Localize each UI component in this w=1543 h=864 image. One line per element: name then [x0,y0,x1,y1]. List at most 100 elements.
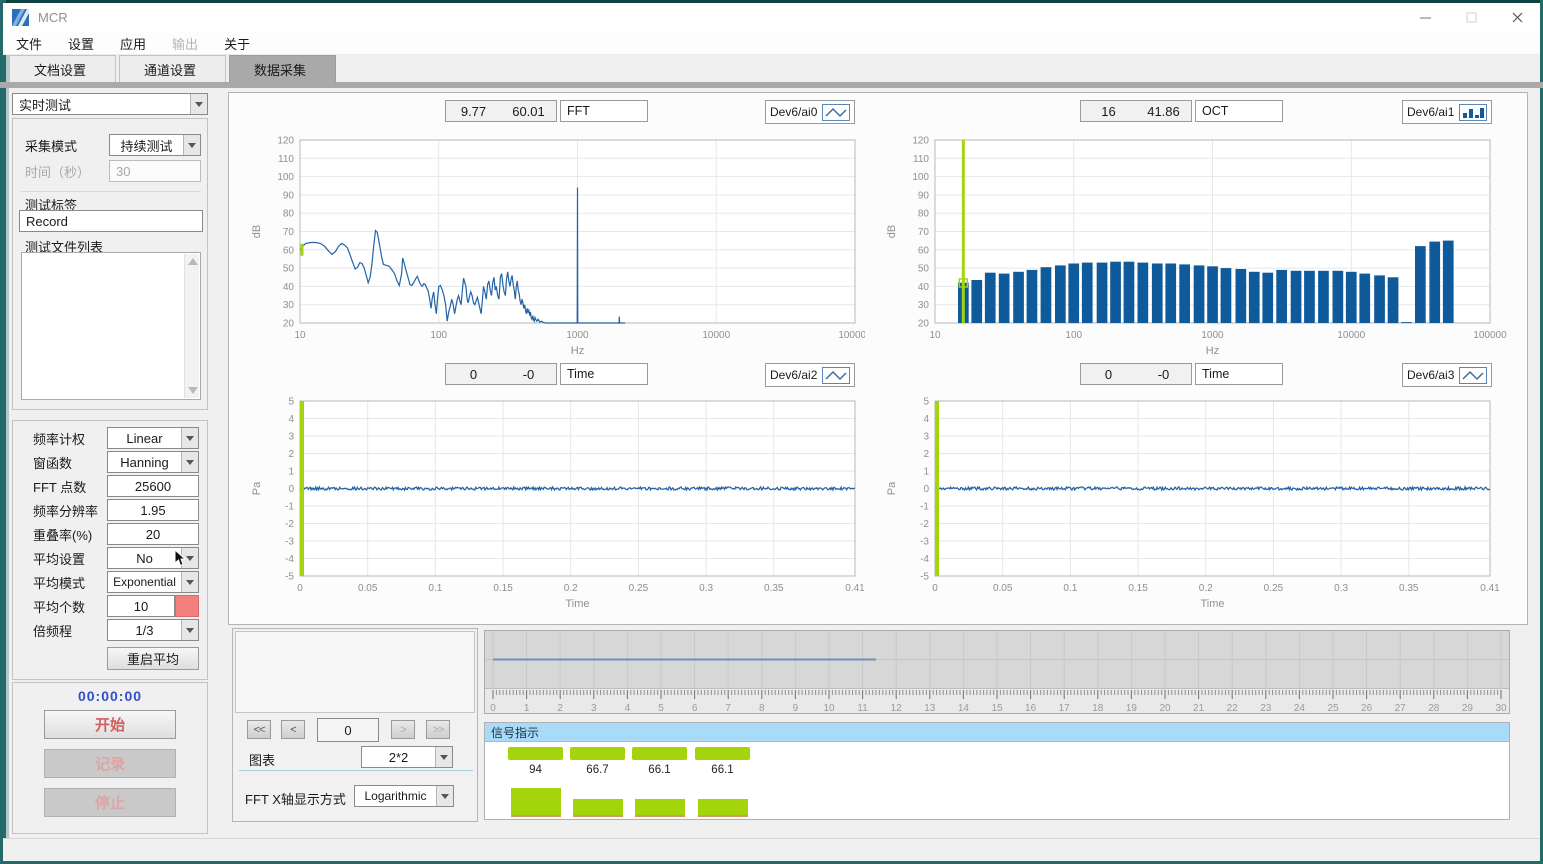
menu-about[interactable]: 关于 [211,34,263,53]
fft-type-box: FFT [560,100,648,122]
svg-text:30: 30 [1495,703,1507,714]
nav-next-button[interactable]: > [391,720,415,739]
svg-text:70: 70 [283,227,295,238]
divider [239,770,473,771]
avg-mode-select[interactable]: Exponential [107,571,199,593]
svg-text:0: 0 [297,583,303,594]
time-chart-ai3[interactable]: -5-4-3-2-101234500.050.10.150.20.250.30.… [870,389,1510,623]
overlap-label: 重叠率(%) [33,525,92,544]
svg-text:110: 110 [278,154,294,165]
fft-xaxis-label: FFT X轴显示方式 [245,789,346,808]
time-chart-ai2[interactable]: -5-4-3-2-101234500.050.10.150.20.250.30.… [240,389,865,623]
tab-document-settings[interactable]: 文档设置 [9,55,116,82]
nav-last-button[interactable]: >> [426,720,450,739]
svg-text:1: 1 [923,467,929,478]
test-mode-select[interactable]: 实时测试 [12,93,208,115]
chevron-down-icon[interactable] [181,452,198,472]
svg-text:24: 24 [1294,703,1306,714]
svg-text:12: 12 [891,703,903,714]
time-ai3-channel-select[interactable]: Dev6/ai3 [1402,363,1492,387]
scroll-up-icon[interactable] [188,258,198,265]
chevron-down-icon[interactable] [181,428,198,448]
octave-select[interactable]: 1/3 [107,619,199,641]
scroll-down-icon[interactable] [188,387,198,394]
chevron-down-icon[interactable] [436,786,453,806]
app-window: MCR 文件 设置 应用 输出 关于 文档设置 通道设置 数据采集 实时测试 采… [0,0,1543,864]
fft-channel-select[interactable]: Dev6/ai0 [765,100,855,124]
freq-resolution-input[interactable] [107,499,199,521]
chart-layout-select[interactable]: 2*2 [361,746,453,768]
menu-file[interactable]: 文件 [3,34,55,53]
svg-text:13: 13 [924,703,936,714]
svg-text:0.25: 0.25 [629,583,649,594]
page-number-box[interactable]: 0 [317,718,379,742]
acq-mode-select[interactable]: 持续测试 [109,134,201,156]
record-timeline[interactable]: 0123456789101112131415161718192021222324… [484,630,1510,714]
time-ai2-cursor-readout: 0-0 [445,363,557,385]
fft-points-input[interactable] [107,475,199,497]
signal-value: 66.1 [711,764,733,776]
start-button[interactable]: 开始 [44,710,176,739]
menu-application[interactable]: 应用 [107,34,159,53]
svg-text:10000: 10000 [1337,330,1365,341]
scrollbar[interactable] [184,254,199,398]
test-tag-input[interactable] [19,210,203,232]
svg-text:90: 90 [283,190,295,201]
bar-chart-icon [1459,104,1487,121]
svg-text:10: 10 [929,330,941,341]
signal-meter-bar [573,799,623,817]
svg-text:50: 50 [283,264,295,275]
chevron-down-icon[interactable] [183,135,200,155]
time-ai3-cursor-readout: 0-0 [1080,363,1192,385]
chevron-down-icon[interactable] [181,620,198,640]
avg-count-input[interactable] [107,595,175,617]
svg-text:-3: -3 [920,537,929,548]
timeline-grid [485,631,1509,688]
svg-text:100: 100 [277,172,294,183]
oct-channel-select[interactable]: Dev6/ai1 [1402,100,1492,124]
signal-value: 66.1 [648,764,670,776]
window-func-select[interactable]: Hanning [107,451,199,473]
svg-text:28: 28 [1428,703,1440,714]
menu-settings[interactable]: 设置 [55,34,107,53]
freq-weighting-select[interactable]: Linear [107,427,199,449]
svg-text:dB: dB [886,225,898,238]
chevron-down-icon[interactable] [190,94,207,114]
svg-text:100: 100 [1065,330,1082,341]
tab-data-acquisition[interactable]: 数据采集 [229,55,336,82]
signal-channel-1: 94 [508,747,563,817]
svg-text:3: 3 [591,703,597,714]
svg-text:90: 90 [918,190,930,201]
signal-meter-bar [698,799,748,817]
tab-channel-settings[interactable]: 通道设置 [119,55,226,82]
oct-chart[interactable]: 2030405060708090100110120101001000100001… [870,126,1510,365]
nav-first-button[interactable]: << [247,720,271,739]
svg-text:20: 20 [918,319,930,330]
freq-resolution-label: 频率分辨率 [33,501,98,520]
nav-prev-button[interactable]: < [281,720,305,739]
close-button[interactable] [1494,3,1540,32]
svg-text:50: 50 [918,264,930,275]
signal-indicator-panel: 信号指示 94 66.7 66.1 66.1 [484,722,1510,820]
fft-chart[interactable]: 2030405060708090100110120101001000100001… [240,126,865,365]
status-bar [3,838,1540,861]
chevron-down-icon[interactable] [435,747,452,767]
timeline-track[interactable] [485,631,1509,689]
chart-layout-label: 图表 [249,750,275,769]
svg-text:0.35: 0.35 [1399,583,1419,594]
fft-xaxis-select[interactable]: Logarithmic [354,785,454,807]
minimize-button[interactable] [1402,3,1448,32]
svg-text:1: 1 [524,703,530,714]
overlap-input[interactable] [107,523,199,545]
time-ai2-channel-select[interactable]: Dev6/ai2 [765,363,855,387]
maximize-button[interactable] [1448,3,1494,32]
svg-text:0: 0 [923,484,929,495]
svg-text:25: 25 [1327,703,1339,714]
chevron-down-icon[interactable] [181,572,198,592]
test-file-list[interactable] [21,252,201,400]
svg-text:Pa: Pa [886,481,898,495]
timeline-ruler[interactable]: 0123456789101112131415161718192021222324… [485,689,1509,714]
svg-text:4: 4 [288,414,294,425]
restart-average-button[interactable]: 重启平均 [107,647,199,670]
svg-text:16: 16 [1025,703,1037,714]
